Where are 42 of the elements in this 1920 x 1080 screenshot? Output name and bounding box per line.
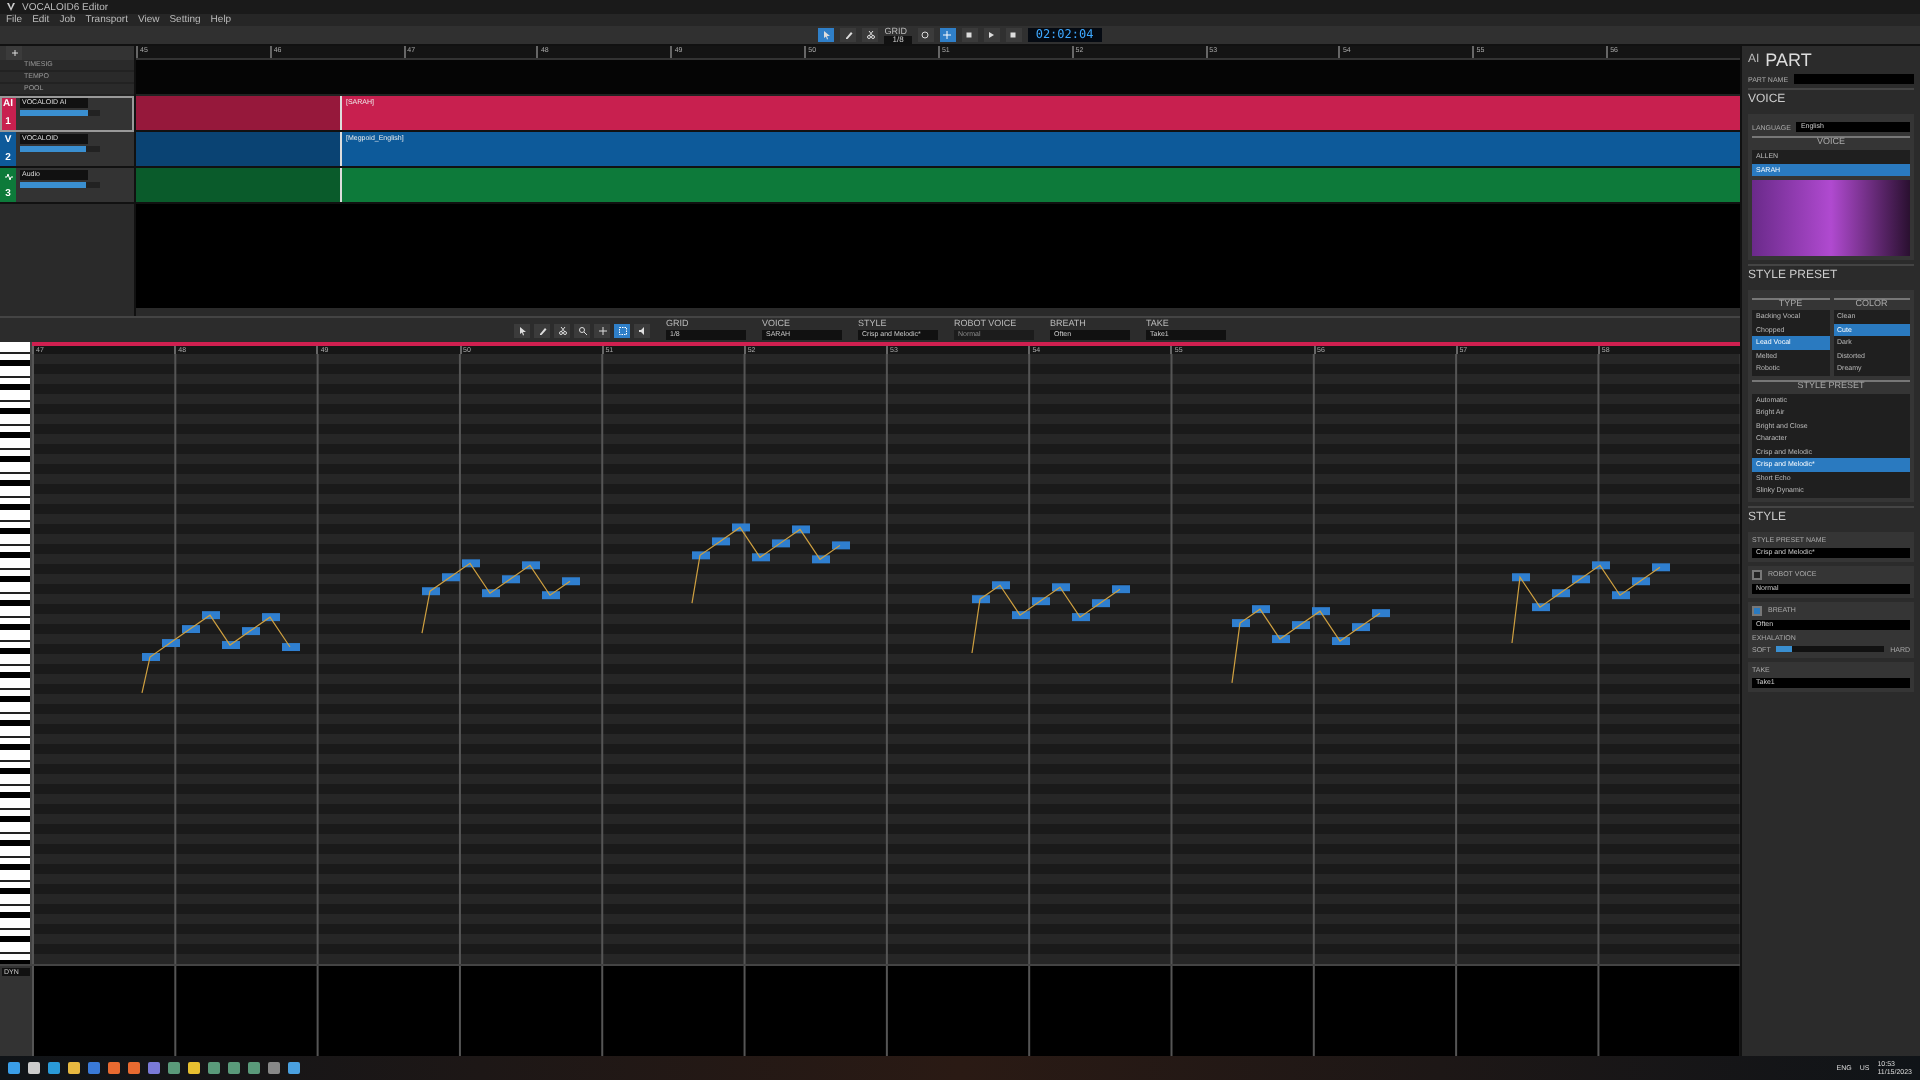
scissors-tool-button[interactable] — [862, 28, 879, 42]
notes-drawing[interactable] — [141, 523, 1670, 694]
record-button[interactable] — [1005, 28, 1022, 42]
pencil-icon — [843, 30, 854, 40]
volume-slider[interactable] — [20, 182, 86, 188]
scissors-tool-button[interactable] — [554, 323, 570, 337]
scissors-icon — [865, 30, 876, 40]
cross-arrows-tool-button[interactable] — [594, 323, 610, 337]
pointer-tool-button[interactable] — [514, 323, 530, 337]
volume-slider[interactable] — [20, 110, 88, 116]
plus-icon — [9, 48, 19, 58]
speaker-icon — [637, 325, 647, 335]
checkbox[interactable] — [1752, 569, 1762, 579]
follow-button[interactable] — [939, 28, 956, 42]
checkbox[interactable] — [1752, 605, 1762, 615]
stop-icon — [964, 30, 975, 40]
magnifier-icon — [577, 325, 587, 335]
pencil-tool-button[interactable] — [534, 323, 550, 337]
magnifier-tool-button[interactable] — [574, 323, 590, 337]
piano-keyboard[interactable] — [0, 342, 32, 964]
pointer-tool-button[interactable] — [818, 28, 835, 42]
loop-icon — [920, 30, 931, 40]
loop-button[interactable] — [917, 28, 934, 42]
crosshair-icon — [942, 30, 953, 40]
cross-arrows-icon — [597, 325, 607, 335]
pointer-icon — [821, 30, 832, 40]
volume-slider[interactable] — [20, 146, 86, 152]
part-name-field[interactable] — [1794, 74, 1914, 84]
stop-button[interactable] — [961, 28, 978, 42]
waveform-icon — [3, 171, 13, 181]
pointer-icon — [517, 325, 527, 335]
pencil-icon — [537, 325, 547, 335]
play-button[interactable] — [983, 28, 1000, 42]
horizontal-scrollbar[interactable] — [136, 308, 1740, 316]
exhalation-slider[interactable] — [1776, 646, 1793, 652]
panel-title: PART — [1765, 50, 1812, 70]
scissors-icon — [557, 325, 567, 335]
speaker-tool-button[interactable] — [634, 323, 650, 337]
selection-icon — [617, 325, 627, 335]
play-icon — [986, 30, 997, 40]
pencil-tool-button[interactable] — [840, 28, 857, 42]
selection-tool-button[interactable] — [614, 323, 630, 337]
